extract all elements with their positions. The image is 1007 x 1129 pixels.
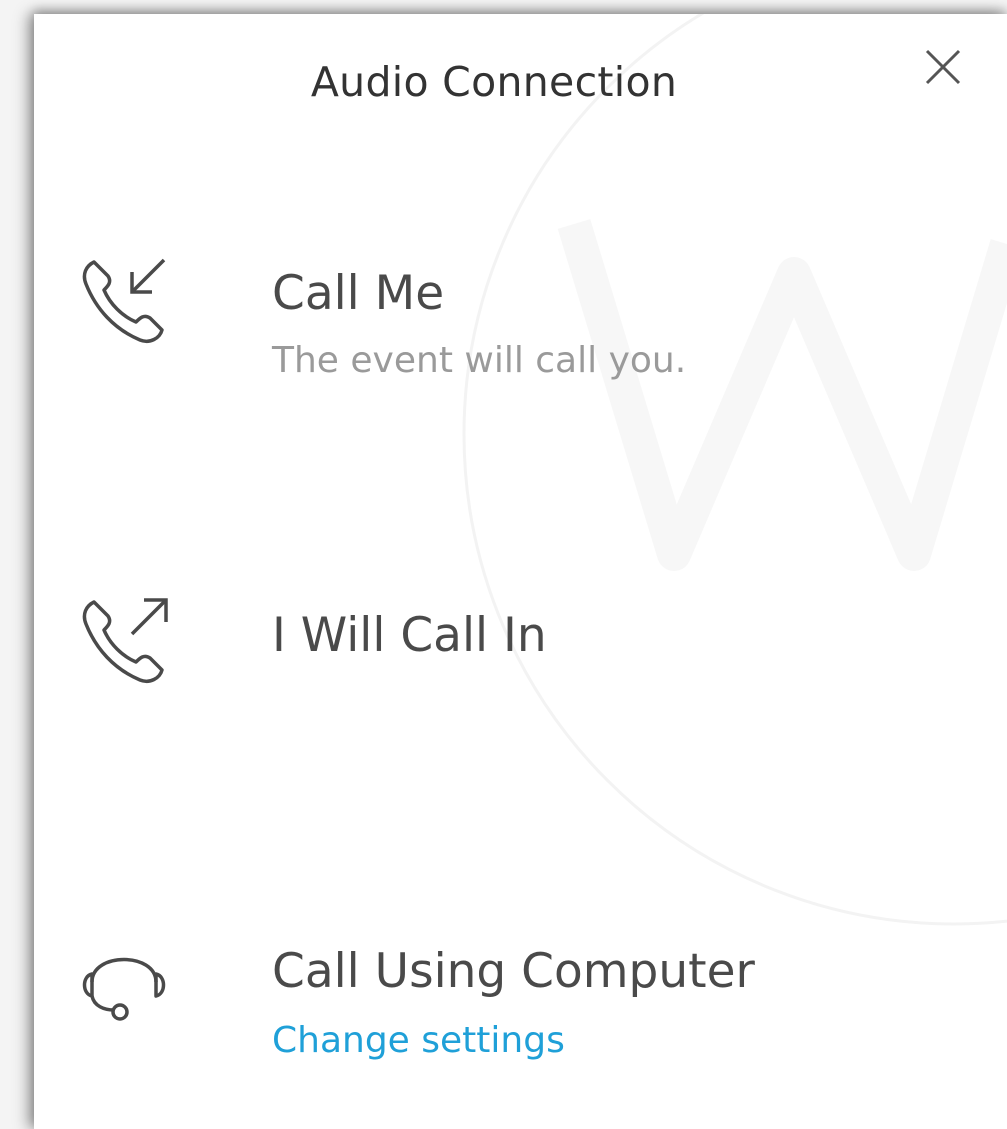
close-button[interactable]	[918, 42, 968, 92]
call-me-description: The event will call you.	[272, 340, 687, 381]
computer-audio-label: Call Using Computer	[272, 944, 755, 999]
screen-frame: Audio Connection Call Me The event will …	[0, 0, 1007, 1129]
close-icon	[925, 49, 961, 85]
computer-audio-option[interactable]: Call Using Computer Change settings	[74, 932, 954, 1082]
outgoing-call-icon	[82, 598, 168, 683]
audio-connection-dialog: Audio Connection Call Me The event will …	[34, 14, 1007, 1129]
call-in-label: I Will Call In	[272, 608, 547, 663]
call-me-label: Call Me	[272, 266, 445, 321]
headset-icon	[82, 957, 166, 1021]
incoming-call-icon	[82, 258, 166, 343]
call-in-option[interactable]: I Will Call In	[74, 594, 954, 704]
change-settings-link[interactable]: Change settings	[272, 1020, 565, 1061]
call-me-option[interactable]: Call Me The event will call you.	[74, 254, 954, 414]
dialog-title: Audio Connection	[310, 58, 678, 106]
